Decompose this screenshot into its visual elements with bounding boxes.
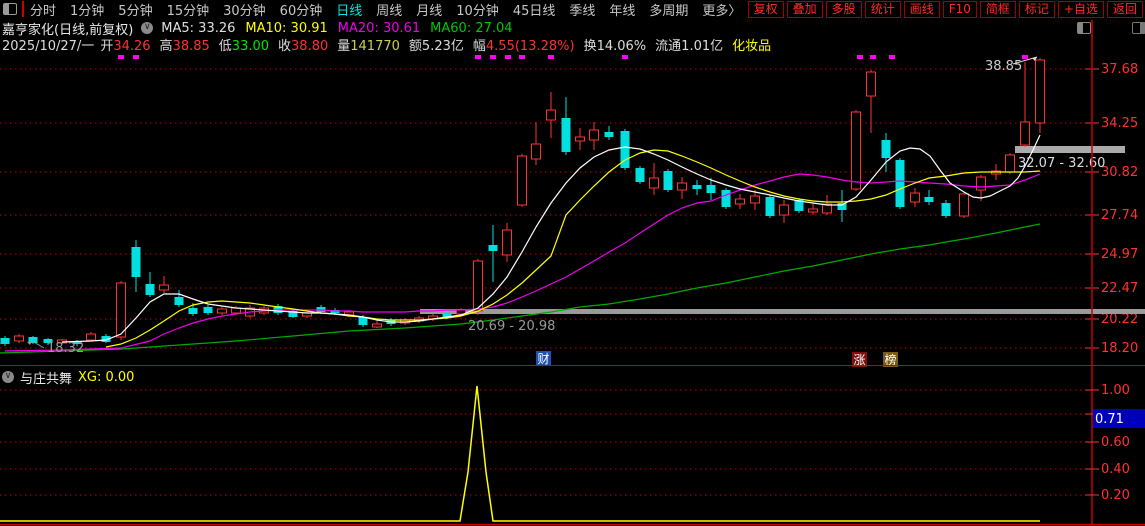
current-value-badge: 0.71 bbox=[1093, 409, 1145, 428]
candle-down bbox=[941, 203, 951, 216]
indicator-value: XG: 0.00 bbox=[78, 369, 135, 385]
candle-down bbox=[881, 140, 891, 158]
candle-up bbox=[750, 195, 760, 204]
candle-up bbox=[473, 260, 483, 312]
limit-up-mark bbox=[490, 55, 496, 59]
svg-text:涨: 涨 bbox=[854, 352, 866, 367]
y-axis-label: 20.22 bbox=[1101, 312, 1138, 327]
sub-y-axis-label: 0.60 bbox=[1101, 435, 1130, 450]
limit-up-mark bbox=[519, 55, 525, 59]
candle-up bbox=[1020, 121, 1030, 146]
candle-up bbox=[531, 143, 541, 160]
y-axis-label: 18.20 bbox=[1101, 341, 1138, 356]
svg-text:0.71: 0.71 bbox=[1095, 412, 1124, 427]
candle-up bbox=[1005, 154, 1015, 173]
candle-up bbox=[372, 323, 382, 328]
limit-up-mark bbox=[505, 55, 511, 59]
candle-up bbox=[959, 193, 969, 217]
stock-chart-window: { "toolbar": { "periods": ["分时","1分钟","5… bbox=[0, 0, 1145, 526]
candle-up bbox=[159, 284, 169, 291]
sub-gridlines: 1.00 0.60 0.40 0.20 bbox=[0, 383, 1130, 503]
candle-up bbox=[589, 129, 599, 141]
flag-cai[interactable]: 财 bbox=[536, 351, 551, 366]
candle-down bbox=[0, 338, 10, 344]
candle-up bbox=[779, 204, 789, 216]
limit-up-mark bbox=[133, 55, 139, 59]
limit-up-mark bbox=[475, 55, 481, 59]
svg-text:榜: 榜 bbox=[885, 352, 897, 367]
limit-up-mark bbox=[889, 55, 895, 59]
candle-up bbox=[575, 136, 585, 142]
limit-up-mark bbox=[870, 55, 876, 59]
y-axis-label: 22.47 bbox=[1101, 281, 1138, 296]
indicator-line bbox=[0, 385, 1040, 522]
candle-up bbox=[976, 176, 986, 191]
candle-up bbox=[517, 155, 527, 206]
y-axis-label: 27.74 bbox=[1101, 208, 1138, 223]
candle-down bbox=[488, 245, 498, 251]
candle-down bbox=[706, 185, 716, 193]
limit-up-mark bbox=[548, 55, 554, 59]
sub-y-axis-label: 0.20 bbox=[1101, 488, 1130, 503]
candle-down bbox=[174, 297, 184, 305]
candle-up bbox=[86, 333, 96, 341]
candle-up bbox=[808, 208, 818, 213]
y-axis-label: 24.97 bbox=[1101, 247, 1138, 262]
candle-down bbox=[561, 118, 571, 152]
sub-y-axis-label: 0.40 bbox=[1101, 462, 1130, 477]
candle-down bbox=[721, 190, 731, 207]
y-axis-label: 37.68 bbox=[1101, 62, 1138, 77]
candle-up bbox=[649, 177, 659, 189]
candle-down bbox=[692, 185, 702, 189]
candle-down bbox=[663, 171, 673, 190]
candle-down bbox=[924, 197, 934, 202]
chevron-down-icon[interactable]: ∨ bbox=[2, 371, 14, 383]
candle-up bbox=[735, 198, 745, 205]
candle-up bbox=[1035, 59, 1045, 124]
limit-up-mark bbox=[857, 55, 863, 59]
candle-up bbox=[851, 111, 861, 190]
candle-down bbox=[635, 168, 645, 182]
candle-down bbox=[765, 197, 775, 216]
flag-zhang[interactable]: 涨 bbox=[852, 352, 867, 367]
candle-down bbox=[895, 160, 905, 207]
candle-up bbox=[217, 308, 227, 314]
candle-up bbox=[14, 335, 24, 342]
annotation-arrow bbox=[31, 340, 45, 349]
svg-text:财: 财 bbox=[538, 352, 550, 366]
limit-up-mark bbox=[622, 55, 628, 59]
y-axis-label: 30.82 bbox=[1101, 165, 1138, 180]
candle-down bbox=[131, 247, 141, 277]
candle-up bbox=[910, 192, 920, 203]
candle-up bbox=[546, 109, 556, 121]
indicator-name: 与庄共舞 bbox=[20, 371, 73, 387]
price-label-high: 38.85 bbox=[985, 59, 1022, 74]
flag-bang[interactable]: 榜 bbox=[883, 352, 898, 367]
candle-up bbox=[502, 229, 512, 256]
price-label-low: 18.32 bbox=[47, 341, 84, 356]
candle-down bbox=[145, 284, 155, 295]
price-band bbox=[420, 309, 1145, 314]
limit-up-mark bbox=[1022, 55, 1028, 59]
candle-down bbox=[203, 307, 213, 313]
limit-up-mark bbox=[118, 55, 124, 59]
candle-down bbox=[188, 308, 198, 314]
candle-down bbox=[837, 203, 847, 210]
chart-canvas[interactable]: 37.68 34.25 30.82 27.74 24.97 22.47 20.22 18.20… bbox=[0, 0, 1145, 526]
y-axis-label: 34.25 bbox=[1101, 116, 1138, 131]
candle-up bbox=[677, 182, 687, 191]
sub-y-axis-label: 1.00 bbox=[1101, 383, 1130, 398]
candle-up bbox=[116, 282, 126, 338]
candle-down bbox=[604, 132, 614, 137]
candlestick-series bbox=[0, 58, 1045, 346]
price-range-lower: 20.69 - 20.98 bbox=[468, 319, 555, 334]
candle-up bbox=[866, 71, 876, 97]
indicator-header: ∨ 与庄共舞 XG: 0.00 bbox=[2, 369, 135, 387]
